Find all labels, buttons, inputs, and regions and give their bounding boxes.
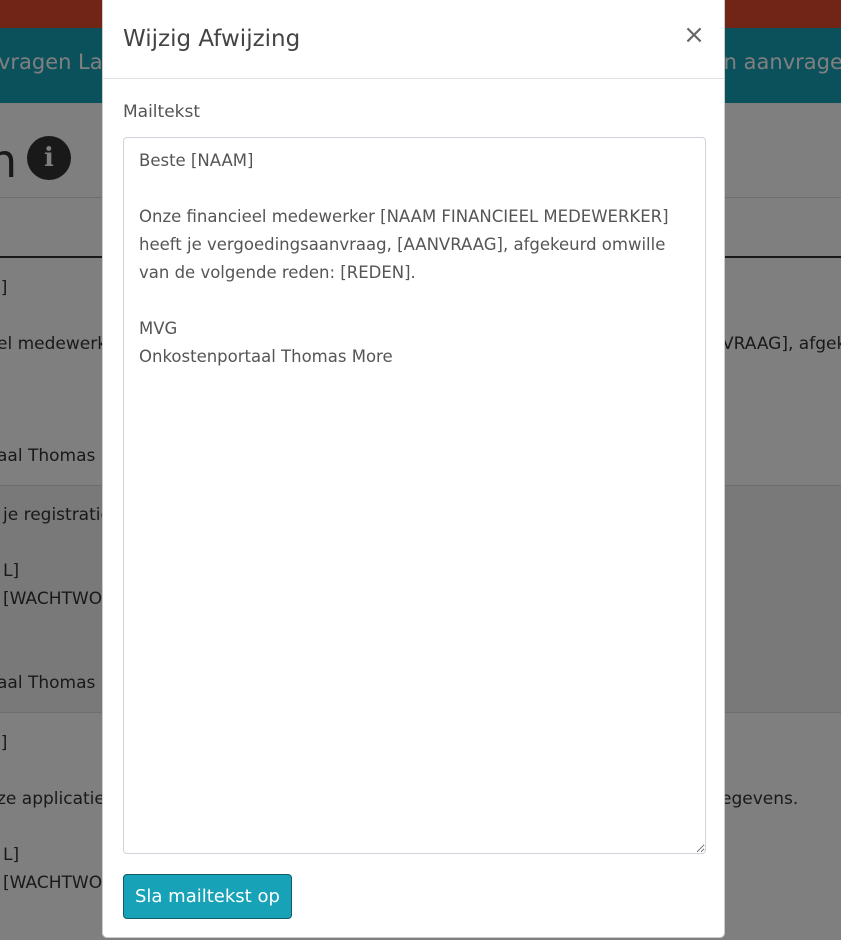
edit-rejection-modal: Wijzig Afwijzing × Mailtekst Beste [NAAM… [102, 0, 725, 938]
mail-text-label: Mailtekst [123, 102, 201, 122]
save-mail-text-button[interactable]: Sla mailtekst op [123, 874, 292, 919]
mail-text-textarea[interactable]: Beste [NAAM] Onze financieel medewerker … [123, 137, 706, 854]
modal-header: Wijzig Afwijzing × [103, 0, 724, 79]
modal-title: Wijzig Afwijzing [123, 26, 301, 52]
close-icon[interactable]: × [682, 21, 706, 49]
